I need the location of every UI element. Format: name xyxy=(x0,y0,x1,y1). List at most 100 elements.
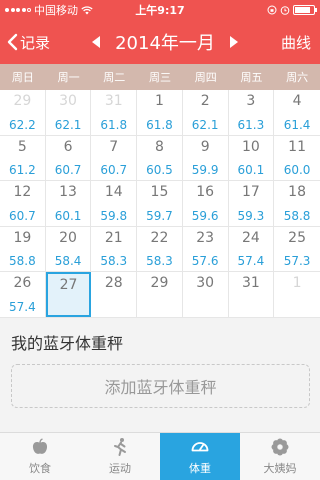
battery-fill xyxy=(295,7,311,13)
day-number: 31 xyxy=(241,275,260,292)
weight-value: 60.5 xyxy=(146,163,173,178)
calendar-grid: 29 62.2 30 62.1 31 61.8 1 61.8 2 62.1 3 61.3 4 61.4 5 6… xyxy=(0,90,320,318)
calendar-day[interactable]: 31 xyxy=(229,272,275,317)
tab-exercise-label: 运动 xyxy=(109,462,131,475)
back-button[interactable]: 记录 xyxy=(6,20,50,64)
calendar-day[interactable]: 22 58.3 xyxy=(137,226,183,272)
calendar-day[interactable]: 6 60.7 xyxy=(46,135,92,181)
calendar-day[interactable]: 9 59.9 xyxy=(183,135,229,181)
calendar-day[interactable]: 15 59.7 xyxy=(137,181,183,226)
calendar-day[interactable]: 14 59.8 xyxy=(91,181,138,226)
calendar-day[interactable]: 26 57.4 xyxy=(0,272,46,317)
weight-value: 60.7 xyxy=(8,208,36,223)
weekday-header: 周日 周一 周二 周三 周四 周五 周六 xyxy=(0,64,320,90)
calendar-day[interactable]: 29 xyxy=(137,272,183,317)
calendar-day[interactable]: 8 60.5 xyxy=(137,135,183,181)
weight-value: 61.2 xyxy=(8,163,36,178)
tab-weight-label: 体重 xyxy=(189,462,211,475)
day-number: 8 xyxy=(155,138,164,155)
wifi-icon xyxy=(81,5,93,14)
day-number: 1 xyxy=(292,275,302,292)
alarm-icon xyxy=(280,6,290,15)
calendar-day[interactable]: 28 xyxy=(91,272,138,317)
tab-bar: 饮食 运动 体重 大姨妈 xyxy=(0,432,320,480)
weight-value: 60.7 xyxy=(54,163,82,178)
calendar-day[interactable]: 3 61.3 xyxy=(229,90,275,135)
weekday-thu: 周四 xyxy=(194,71,217,84)
day-number: 24 xyxy=(241,229,260,246)
calendar-day[interactable]: 2 62.1 xyxy=(183,90,229,135)
calendar-day[interactable]: 16 59.6 xyxy=(183,181,229,226)
day-number: 28 xyxy=(104,275,123,292)
calendar-day[interactable]: 1 xyxy=(274,272,320,317)
weight-value: 61.8 xyxy=(100,117,128,132)
calendar-day[interactable]: 13 60.1 xyxy=(46,181,92,226)
day-number: 30 xyxy=(59,93,77,109)
calendar-day[interactable]: 12 60.7 xyxy=(0,181,46,226)
calendar-day[interactable]: 11 60.0 xyxy=(274,136,320,181)
weight-value: 61.3 xyxy=(237,117,265,132)
day-number: 23 xyxy=(196,229,215,246)
calendar-day[interactable]: 4 61.4 xyxy=(274,90,320,135)
tab-period-label: 大姨妈 xyxy=(263,462,297,475)
weekday-sun: 周日 xyxy=(11,71,34,84)
day-number: 21 xyxy=(104,229,123,246)
calendar-day-today[interactable]: 27 xyxy=(45,272,92,317)
add-scale-button[interactable]: 添加蓝牙体重秤 xyxy=(11,364,310,408)
calendar-day[interactable]: 10 60.1 xyxy=(229,135,275,181)
calendar-day[interactable]: 19 58.8 xyxy=(0,226,46,272)
day-number: 14 xyxy=(104,184,123,201)
calendar-day[interactable]: 24 57.4 xyxy=(229,226,275,272)
calendar-day[interactable]: 31 61.8 xyxy=(91,90,138,135)
weekday-sat: 周六 xyxy=(286,71,309,84)
weight-value: 58.3 xyxy=(146,254,173,269)
weight-value: 58.3 xyxy=(100,254,128,269)
curve-button[interactable]: 曲线 xyxy=(281,20,311,64)
weight-value: 57.4 xyxy=(237,254,265,269)
running-icon xyxy=(114,438,126,456)
tab-diet-label: 饮食 xyxy=(29,462,51,475)
day-number: 1 xyxy=(155,93,164,109)
tab-weight[interactable]: 体重 xyxy=(160,433,240,480)
battery-icon xyxy=(293,5,317,15)
calendar-day[interactable]: 20 58.4 xyxy=(46,226,92,272)
nav-bar: 记录 2014年一月 曲线 xyxy=(0,20,320,64)
day-number: 6 xyxy=(63,138,73,155)
calendar-day[interactable]: 23 57.6 xyxy=(183,226,229,272)
calendar-day[interactable]: 7 60.7 xyxy=(91,135,138,181)
weight-value: 59.3 xyxy=(237,208,265,223)
weekday-fri: 周五 xyxy=(240,71,263,84)
apple-icon xyxy=(32,438,48,454)
calendar-day[interactable]: 29 62.2 xyxy=(0,90,46,135)
calendar-week-row: 19 58.8 20 58.4 21 58.3 22 58.3 23 57.6 24 57.4 25 57… xyxy=(0,226,320,273)
next-month-button[interactable] xyxy=(228,20,240,64)
calendar-day[interactable]: 30 62.1 xyxy=(46,90,92,135)
signal-icon xyxy=(5,8,31,12)
tab-exercise[interactable]: 运动 xyxy=(80,433,160,480)
weight-value: 62.1 xyxy=(54,117,82,132)
scale-section-title: 我的蓝牙体重秤 xyxy=(11,334,124,353)
scale-gauge-icon xyxy=(191,442,209,452)
tab-period[interactable]: 大姨妈 xyxy=(240,433,320,480)
weight-value: 59.7 xyxy=(146,208,173,223)
tab-diet[interactable]: 饮食 xyxy=(0,433,80,480)
flower-icon xyxy=(271,438,289,456)
calendar-day[interactable]: 30 xyxy=(183,272,229,317)
weight-value: 60.0 xyxy=(283,163,311,178)
calendar-day[interactable]: 21 58.3 xyxy=(91,226,138,272)
weight-value: 59.6 xyxy=(191,208,219,223)
calendar-day[interactable]: 1 61.8 xyxy=(137,90,183,135)
calendar-day[interactable]: 17 59.3 xyxy=(229,181,275,226)
prev-month-button[interactable] xyxy=(90,20,102,64)
weight-value: 60.7 xyxy=(100,163,128,178)
calendar-day[interactable]: 18 58.8 xyxy=(274,181,320,226)
calendar-day[interactable]: 5 61.2 xyxy=(0,135,46,181)
calendar-day[interactable]: 25 57.3 xyxy=(274,227,320,272)
weight-value: 58.4 xyxy=(54,254,82,269)
weight-value: 57.4 xyxy=(8,299,36,314)
calendar-week-row: 26 57.4 27 28 29 30 31 1 xyxy=(0,272,320,318)
day-number: 15 xyxy=(150,184,169,201)
weekday-tue: 周二 xyxy=(103,71,126,84)
weight-value: 62.1 xyxy=(191,117,219,132)
weight-value: 61.8 xyxy=(146,117,173,132)
